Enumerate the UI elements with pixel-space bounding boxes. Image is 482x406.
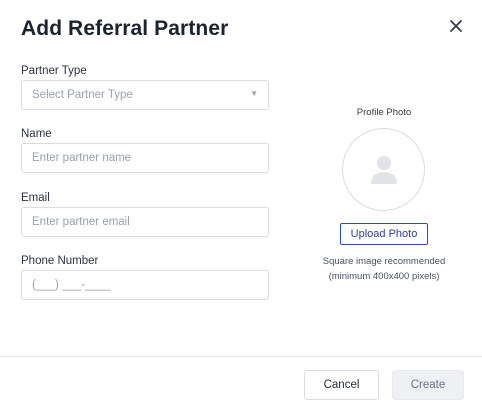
partner-type-label: Partner Type bbox=[21, 65, 87, 77]
email-label: Email bbox=[21, 192, 50, 204]
cancel-button[interactable]: Cancel bbox=[304, 370, 379, 400]
name-label: Name bbox=[21, 128, 52, 140]
photo-hint-line-2: (minimum 400x400 pixels) bbox=[328, 271, 440, 282]
add-referral-partner-dialog: Add Referral Partner Partner Type Select… bbox=[0, 0, 482, 406]
name-field-wrapper bbox=[21, 143, 269, 173]
footer-divider bbox=[0, 356, 482, 357]
name-input[interactable] bbox=[22, 144, 268, 172]
phone-number-input[interactable] bbox=[22, 271, 268, 299]
chevron-down-icon: ▼ bbox=[250, 89, 258, 98]
photo-hint-line-1: Square image recommended bbox=[322, 256, 446, 267]
profile-photo-label: Profile Photo bbox=[356, 107, 412, 118]
avatar-placeholder bbox=[342, 128, 425, 211]
email-field-wrapper bbox=[21, 207, 269, 237]
partner-type-select[interactable]: Select Partner Type ▼ bbox=[21, 80, 269, 110]
close-button[interactable] bbox=[446, 16, 466, 36]
email-input[interactable] bbox=[22, 208, 268, 236]
user-silhouette-icon bbox=[371, 156, 397, 184]
upload-photo-button[interactable]: Upload Photo bbox=[340, 223, 428, 245]
close-icon bbox=[450, 20, 462, 32]
phone-number-label: Phone Number bbox=[21, 255, 99, 267]
phone-field-wrapper bbox=[21, 270, 269, 300]
create-button[interactable]: Create bbox=[392, 370, 464, 400]
partner-type-placeholder: Select Partner Type bbox=[32, 89, 133, 101]
dialog-title: Add Referral Partner bbox=[21, 17, 229, 40]
